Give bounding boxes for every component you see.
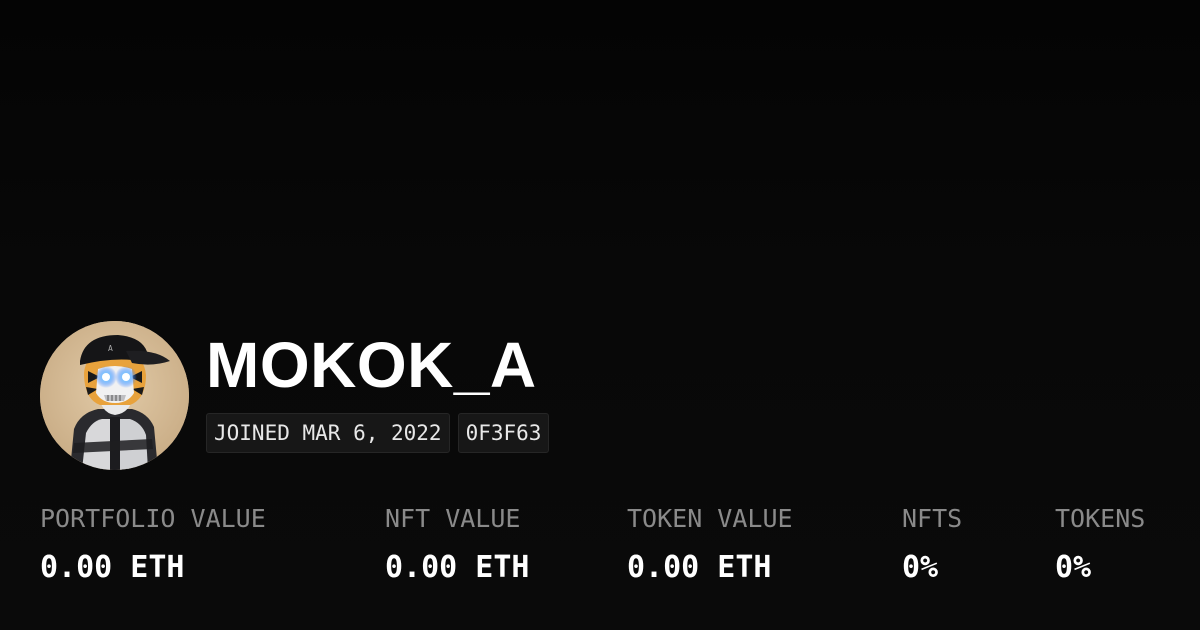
profile-header: A MOKOK_A JOINED MAR 6, 2022 0F3F63 <box>40 321 557 470</box>
stat-label: PORTFOLIO VALUE <box>40 504 266 533</box>
svg-text:A: A <box>108 344 113 353</box>
avatar-image: A <box>40 321 189 470</box>
username: MOKOK_A <box>206 328 537 401</box>
stat-nfts: NFTS 0% <box>902 506 962 583</box>
address-badge: 0F3F63 <box>457 412 550 453</box>
stat-value: 0.00 ETH <box>627 550 772 585</box>
joined-date-badge: JOINED MAR 6, 2022 <box>206 412 450 453</box>
stat-label: TOKEN VALUE <box>627 504 793 533</box>
stat-label: NFT VALUE <box>385 504 521 533</box>
badge-row: JOINED MAR 6, 2022 0F3F63 <box>206 412 557 453</box>
avatar: A <box>40 321 189 470</box>
stat-nft-value: NFT VALUE 0.00 ETH <box>385 506 530 583</box>
stat-label: NFTS <box>902 504 963 533</box>
stat-tokens: TOKENS 0% <box>1055 506 1145 583</box>
stat-token-value: TOKEN VALUE 0.00 ETH <box>627 506 793 583</box>
stat-label: TOKENS <box>1055 504 1146 533</box>
stat-value: 0% <box>1055 550 1092 585</box>
stat-value: 0% <box>902 550 939 585</box>
stat-portfolio-value: PORTFOLIO VALUE 0.00 ETH <box>40 506 266 583</box>
identity-block: MOKOK_A JOINED MAR 6, 2022 0F3F63 <box>206 333 557 453</box>
stat-value: 0.00 ETH <box>40 550 185 585</box>
stat-value: 0.00 ETH <box>385 550 530 585</box>
